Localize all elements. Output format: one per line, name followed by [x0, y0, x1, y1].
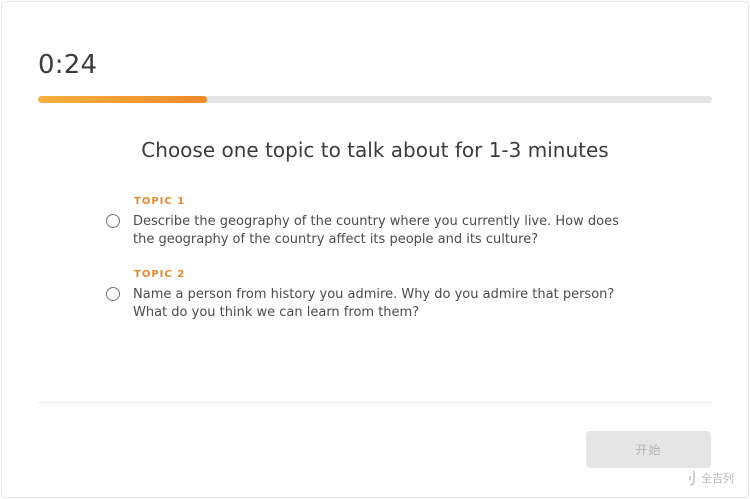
watermark-logo-icon	[689, 471, 695, 486]
topic-label: TOPIC 1	[134, 196, 186, 207]
topic-option-1[interactable]: TOPIC 1 Describe the geography of the co…	[105, 196, 645, 249]
topic-choice-row[interactable]: Describe the geography of the country wh…	[105, 213, 645, 249]
watermark-text: 全吉列	[701, 472, 734, 485]
radio-button[interactable]	[106, 214, 120, 228]
progress-fill	[38, 96, 207, 103]
topic-choice-row[interactable]: Name a person from history you admire. W…	[105, 286, 645, 322]
topic-text: Name a person from history you admire. W…	[133, 287, 615, 320]
topic-option-2[interactable]: TOPIC 2 Name a person from history you a…	[105, 269, 645, 322]
topic-text: Describe the geography of the country wh…	[133, 214, 619, 247]
start-button[interactable]: 开始	[586, 431, 711, 468]
prompt-heading: Choose one topic to talk about for 1-3 m…	[141, 138, 609, 162]
footer-divider	[38, 402, 712, 403]
radio-button[interactable]	[106, 287, 120, 301]
progress-bar	[38, 96, 712, 103]
countdown-timer: 0:24	[38, 50, 98, 80]
watermark: 全吉列	[688, 470, 734, 486]
topic-label: TOPIC 2	[134, 269, 186, 280]
window-frame	[1, 1, 749, 498]
